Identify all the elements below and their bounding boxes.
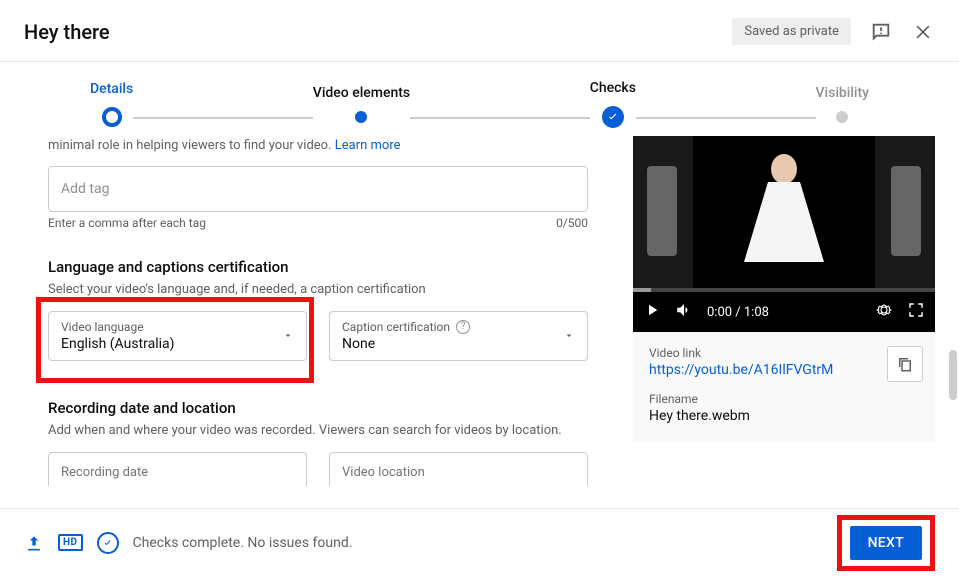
fullscreen-icon[interactable] bbox=[907, 301, 925, 323]
recording-date-input[interactable] bbox=[48, 452, 307, 487]
dialog-footer: HD Checks complete. No issues found. NEX… bbox=[0, 508, 959, 576]
checks-ok-icon bbox=[97, 532, 119, 554]
tags-field: Enter a comma after each tag 0/500 bbox=[48, 166, 588, 230]
main-column: minimal role in helping viewers to find … bbox=[48, 136, 588, 486]
tags-hint: Enter a comma after each tag bbox=[48, 216, 206, 230]
next-button[interactable]: NEXT bbox=[850, 526, 922, 560]
video-link-label: Video link bbox=[649, 346, 919, 360]
upload-icon[interactable] bbox=[24, 533, 44, 553]
header-actions: Saved as private bbox=[732, 18, 935, 45]
recording-section-subtitle: Add when and where your video was record… bbox=[48, 423, 588, 438]
video-thumbnail[interactable] bbox=[633, 136, 935, 292]
saved-status-badge: Saved as private bbox=[732, 18, 851, 45]
footer-status-text: Checks complete. No issues found. bbox=[133, 535, 353, 551]
video-link[interactable]: https://youtu.be/A16IlFVGtrM bbox=[649, 362, 919, 378]
upload-stepper: Details Video elements Checks Visibility bbox=[0, 62, 959, 128]
chevron-down-icon bbox=[563, 326, 575, 345]
language-section-subtitle: Select your video's language and, if nee… bbox=[48, 282, 588, 297]
play-icon[interactable] bbox=[643, 301, 661, 323]
language-selects-row: Video language English (Australia) Capti… bbox=[48, 311, 588, 361]
step-dot-icon bbox=[355, 111, 367, 123]
caption-certification-select[interactable]: Caption certification ? None bbox=[329, 311, 588, 361]
scrollbar-thumb[interactable] bbox=[949, 350, 957, 400]
page-title: Hey there bbox=[24, 20, 110, 44]
video-metadata: Video link https://youtu.be/A16IlFVGtrM … bbox=[633, 332, 935, 442]
video-time: 0:00 / 1:08 bbox=[707, 305, 769, 320]
help-icon[interactable]: ? bbox=[456, 320, 470, 334]
video-preview: 0:00 / 1:08 bbox=[633, 136, 935, 332]
learn-more-link[interactable]: Learn more bbox=[335, 138, 401, 153]
video-location-input[interactable] bbox=[329, 452, 588, 487]
chevron-down-icon bbox=[282, 326, 294, 345]
step-dot-check-icon bbox=[602, 106, 624, 128]
video-controls: 0:00 / 1:08 bbox=[633, 292, 935, 332]
dialog-header: Hey there Saved as private bbox=[0, 0, 959, 62]
filename-value: Hey there.webm bbox=[649, 408, 919, 424]
content-area: minimal role in helping viewers to find … bbox=[0, 128, 959, 486]
recording-inputs-row bbox=[48, 452, 588, 487]
video-language-select[interactable]: Video language English (Australia) bbox=[48, 311, 307, 361]
step-visibility[interactable]: Visibility bbox=[816, 85, 869, 123]
volume-icon[interactable] bbox=[675, 301, 693, 323]
step-video-elements[interactable]: Video elements bbox=[313, 85, 410, 123]
highlight-annotation: NEXT bbox=[837, 515, 935, 571]
side-column: 0:00 / 1:08 Video link https://youtu.be/… bbox=[633, 136, 935, 486]
language-section-title: Language and captions certification bbox=[48, 258, 588, 276]
step-checks[interactable]: Checks bbox=[590, 80, 636, 128]
tags-input[interactable] bbox=[48, 166, 588, 212]
recording-section-title: Recording date and location bbox=[48, 399, 588, 417]
tags-description-fragment: minimal role in helping viewers to find … bbox=[48, 136, 588, 156]
hd-badge: HD bbox=[58, 534, 83, 551]
close-icon[interactable] bbox=[911, 20, 935, 44]
step-dot-active-icon bbox=[102, 107, 122, 127]
step-dot-disabled-icon bbox=[836, 111, 848, 123]
settings-gear-icon[interactable] bbox=[875, 301, 893, 323]
feedback-icon[interactable] bbox=[869, 20, 893, 44]
tags-counter: 0/500 bbox=[556, 216, 588, 230]
step-details[interactable]: Details bbox=[90, 81, 133, 127]
copy-link-button[interactable] bbox=[887, 346, 923, 382]
filename-label: Filename bbox=[649, 392, 919, 406]
